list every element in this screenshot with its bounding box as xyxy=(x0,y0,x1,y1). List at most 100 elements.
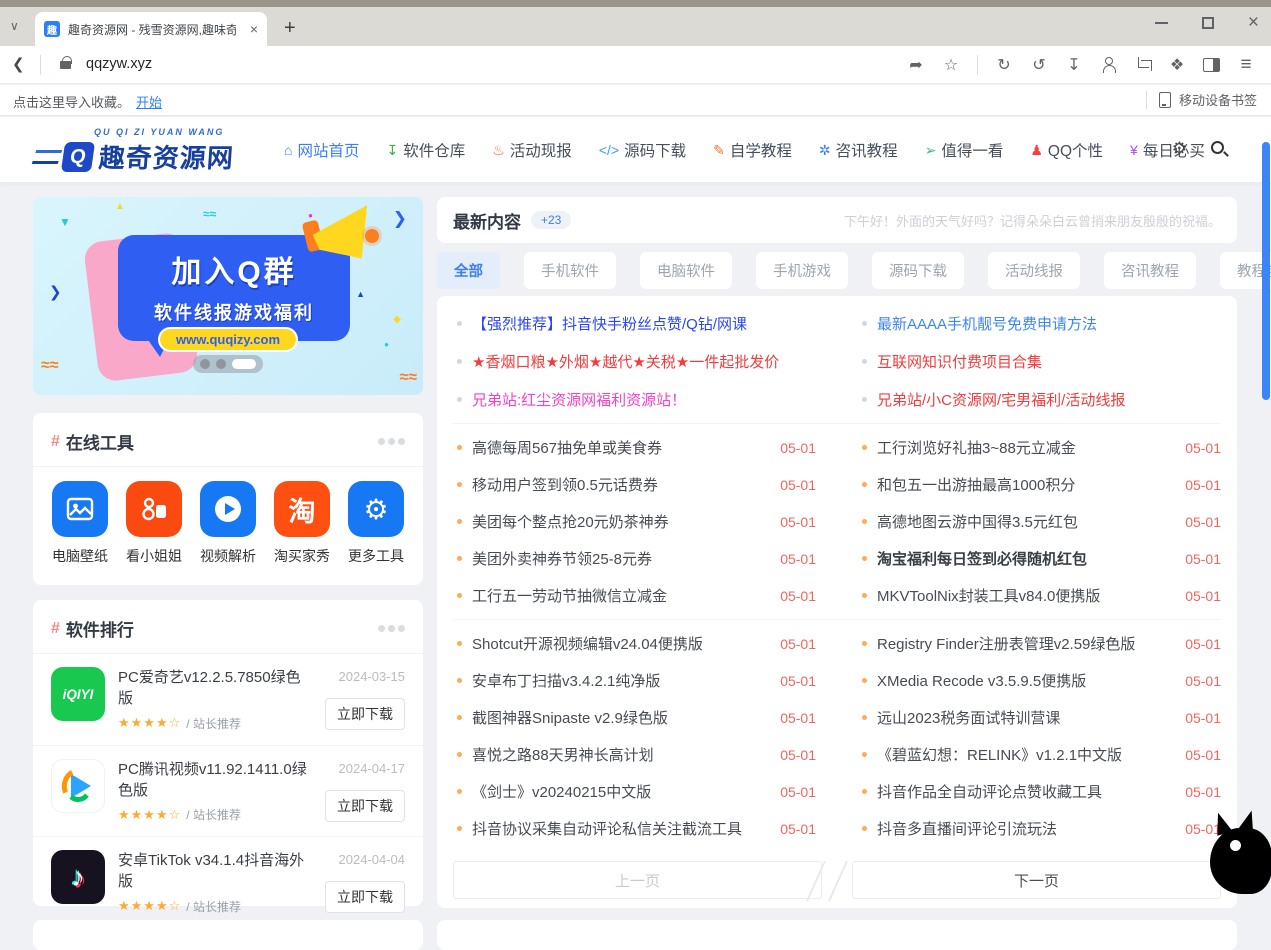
prev-page-button[interactable]: 上一页 xyxy=(453,861,822,899)
news-item[interactable]: 淘宝福利每日签到必得随机红包 05-01 xyxy=(858,540,1221,577)
promo-banner[interactable]: ▼ ▲ ≈≈ ● ▲ ≈≈ ≈≈ ● ◆ 加入Q群 软件线报游戏福利 www.q… xyxy=(33,197,423,395)
news-item[interactable]: Registry Finder注册表管理v2.59绿色版 05-01 xyxy=(858,625,1221,662)
software-title[interactable]: 安卓TikTok v34.1.4抖音海外版 xyxy=(118,850,315,893)
tool-girls[interactable]: 看小姐姐 xyxy=(123,481,185,566)
news-item[interactable]: 喜悦之路88天男神长高计划 05-01 xyxy=(453,736,816,773)
more-dots-icon[interactable] xyxy=(378,438,405,445)
pinned-link-text[interactable]: 互联网知识付费项目合集 xyxy=(877,351,1042,372)
news-item[interactable]: 高德地图云游中国得3.5元红包 05-01 xyxy=(858,503,1221,540)
tab-close-icon[interactable]: × xyxy=(250,21,258,37)
pinned-link-text[interactable]: ★香烟口粮★外烟★越代★关税★一件起批发价 xyxy=(472,351,779,372)
news-title[interactable]: 美团外卖神券节领25-8元券 xyxy=(472,548,768,569)
content-tab[interactable]: 源码下载 xyxy=(872,252,964,289)
carousel-dot[interactable] xyxy=(200,359,210,369)
nav-item[interactable]: ↧ 软件仓库 xyxy=(386,139,465,161)
pinned-link[interactable]: 【强烈推荐】抖音快手粉丝点赞/Q钻/网课 xyxy=(453,304,816,342)
news-title[interactable]: 工行五一劳动节抽微信立减金 xyxy=(472,585,768,606)
news-title[interactable]: 截图神器Snipaste v2.9绿色版 xyxy=(472,707,768,728)
news-title[interactable]: 抖音作品全自动评论点赞收藏工具 xyxy=(877,781,1173,802)
news-title[interactable]: XMedia Recode v3.5.9.5便携版 xyxy=(877,670,1173,691)
news-item[interactable]: 美团外卖神券节领25-8元券 05-01 xyxy=(453,540,816,577)
news-title[interactable]: 《碧蓝幻想：RELINK》v1.2.1中文版 xyxy=(877,744,1173,765)
software-title[interactable]: PC爱奇艺v12.2.5.7850绿色版 xyxy=(118,667,315,710)
tool-wallpaper[interactable]: 电脑壁纸 xyxy=(49,481,111,566)
news-title[interactable]: 和包五一出游抽最高1000积分 xyxy=(877,474,1173,495)
pinned-link[interactable]: 最新AAAA手机靓号免费申请方法 xyxy=(858,304,1221,342)
news-item[interactable]: 远山2023税务面试特训营课 05-01 xyxy=(858,699,1221,736)
news-title[interactable]: 《剑士》v20240215中文版 xyxy=(472,781,768,802)
news-item[interactable]: 和包五一出游抽最高1000积分 05-01 xyxy=(858,466,1221,503)
content-tab[interactable]: 电脑软件 xyxy=(640,252,732,289)
close-window-button[interactable]: × xyxy=(1248,17,1259,29)
more-dots-icon[interactable] xyxy=(378,625,405,632)
tool-more[interactable]: ⚙ 更多工具 xyxy=(345,481,407,566)
pinned-link[interactable]: ★香烟口粮★外烟★越代★关税★一件起批发价 xyxy=(453,342,816,380)
news-title[interactable]: 抖音多直播间评论引流玩法 xyxy=(877,818,1173,839)
mobile-bookmarks-button[interactable]: 移动设备书签 xyxy=(1179,90,1257,109)
download-now-button[interactable]: 立即下载 xyxy=(325,698,405,730)
content-tab[interactable]: 咨讯教程 xyxy=(1104,252,1196,289)
nav-item[interactable]: </> 源码下载 xyxy=(599,139,686,161)
nav-item[interactable]: ⌂ 网站首页 xyxy=(284,139,359,161)
pinned-link-text[interactable]: 最新AAAA手机靓号免费申请方法 xyxy=(877,313,1097,334)
news-item[interactable]: 《碧蓝幻想：RELINK》v1.2.1中文版 05-01 xyxy=(858,736,1221,773)
search-icon[interactable] xyxy=(1211,141,1224,154)
nav-item[interactable]: ♨ 活动现报 xyxy=(492,139,572,161)
back-button[interactable]: ❮ xyxy=(12,55,25,73)
site-logo[interactable]: QU QI ZI YUAN WANG Q 趣奇资源网 xyxy=(34,127,244,175)
news-title[interactable]: Shotcut开源视频编辑v24.04便携版 xyxy=(472,633,768,654)
tool-taobao-show[interactable]: 淘 淘买家秀 xyxy=(271,481,333,566)
menu-icon[interactable]: ≡ xyxy=(1237,54,1255,76)
carousel-dot-active[interactable] xyxy=(232,359,256,369)
carousel-next-icon[interactable]: ❯ xyxy=(393,209,407,229)
pinned-link[interactable]: 兄弟站/小C资源网/宅男福利/活动线报 xyxy=(858,380,1221,418)
tool-video-parse[interactable]: 视频解析 xyxy=(197,481,259,566)
news-title[interactable]: 高德每周567抽免单或美食券 xyxy=(472,437,768,458)
lock-icon[interactable] xyxy=(60,61,71,69)
maximize-button[interactable] xyxy=(1202,17,1214,29)
news-item[interactable]: 《剑士》v20240215中文版 05-01 xyxy=(453,773,816,810)
extensions-icon[interactable]: ❖ xyxy=(1168,55,1186,75)
scrollbar-thumb[interactable] xyxy=(1262,142,1270,400)
nav-item[interactable]: ✲ 咨讯教程 xyxy=(819,139,898,161)
news-title[interactable]: 淘宝福利每日签到必得随机红包 xyxy=(877,548,1173,569)
screenshot-crop-icon[interactable] xyxy=(1135,57,1151,73)
pinned-link[interactable]: 兄弟站:红尘资源网福利资源站！ xyxy=(453,380,816,418)
bookmark-start-link[interactable]: 开始 xyxy=(136,95,162,110)
news-title[interactable]: 工行浏览好礼抽3~88元立减金 xyxy=(877,437,1173,458)
news-title[interactable]: 安卓布丁扫描v3.4.2.1纯净版 xyxy=(472,670,768,691)
download-now-button[interactable]: 立即下载 xyxy=(325,881,405,913)
next-page-button[interactable]: 下一页 xyxy=(852,861,1221,899)
news-title[interactable]: 美团每个整点抢20元奶茶神券 xyxy=(472,511,768,532)
history-icon[interactable]: ↺ xyxy=(1030,55,1048,75)
news-item[interactable]: 工行浏览好礼抽3~88元立减金 05-01 xyxy=(858,429,1221,466)
news-title[interactable]: Registry Finder注册表管理v2.59绿色版 xyxy=(877,633,1173,654)
tab-search-chevron-icon[interactable]: ∨ xyxy=(10,19,19,33)
sidebar-panel-icon[interactable] xyxy=(1203,58,1220,72)
carousel-dots[interactable] xyxy=(193,355,263,373)
news-item[interactable]: 抖音协议采集自动评论私信关注截流工具 05-01 xyxy=(453,810,816,847)
news-title[interactable]: 抖音协议采集自动评论私信关注截流工具 xyxy=(472,818,768,839)
news-item[interactable]: 美团每个整点抢20元奶茶神券 05-01 xyxy=(453,503,816,540)
nav-item[interactable]: ¥ 每日必买 xyxy=(1130,139,1205,161)
content-tab[interactable]: 活动线报 xyxy=(988,252,1080,289)
news-title[interactable]: 高德地图云游中国得3.5元红包 xyxy=(877,511,1173,532)
pinned-link-text[interactable]: 兄弟站/小C资源网/宅男福利/活动线报 xyxy=(877,389,1125,410)
nav-item[interactable]: ➢ 值得一看 xyxy=(925,139,1004,161)
pinned-link-text[interactable]: 【强烈推荐】抖音快手粉丝点赞/Q钻/网课 xyxy=(472,313,747,334)
news-item[interactable]: MKVToolNix封装工具v84.0便携版 05-01 xyxy=(858,577,1221,614)
browser-tab[interactable]: 趣 趣奇资源网 - 残雪资源网,趣味奇 × xyxy=(35,12,267,46)
download-now-button[interactable]: 立即下载 xyxy=(325,790,405,822)
content-tab[interactable]: 手机游戏 xyxy=(756,252,848,289)
news-title[interactable]: 喜悦之路88天男神长高计划 xyxy=(472,744,768,765)
cat-mascot-widget[interactable] xyxy=(1206,814,1271,898)
news-item[interactable]: 移动用户签到领0.5元话费券 05-01 xyxy=(453,466,816,503)
nav-item[interactable]: ✎ 自学教程 xyxy=(713,139,792,161)
news-item[interactable]: 高德每周567抽免单或美食券 05-01 xyxy=(453,429,816,466)
reload-icon[interactable]: ↻ xyxy=(995,55,1013,75)
nav-item[interactable]: ♟ QQ个性 xyxy=(1030,139,1103,161)
software-title[interactable]: PC腾讯视频v11.92.1411.0绿色版 xyxy=(118,759,315,802)
content-tab[interactable]: 手机软件 xyxy=(524,252,616,289)
news-item[interactable]: 安卓布丁扫描v3.4.2.1纯净版 05-01 xyxy=(453,662,816,699)
minimize-button[interactable] xyxy=(1155,22,1168,24)
